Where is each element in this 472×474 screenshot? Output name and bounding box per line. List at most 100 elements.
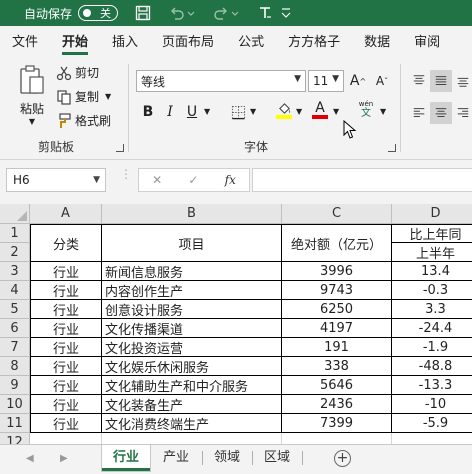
row-header[interactable]: 11 [0, 414, 30, 433]
row-header[interactable]: 10 [0, 395, 30, 414]
tab-fangfang[interactable]: 方方格子 [276, 26, 352, 60]
cell-amount[interactable]: 191 [282, 338, 392, 357]
autosave-toggle[interactable]: 关 [78, 5, 119, 21]
tab-review[interactable]: 审阅 [402, 26, 452, 60]
cell-category[interactable]: 行业 [30, 262, 102, 281]
formula-input[interactable] [252, 168, 472, 192]
redo-icon[interactable] [212, 4, 230, 22]
cell-item[interactable]: 文化辅助生产和中介服务 [102, 376, 282, 395]
cell-empty[interactable] [30, 433, 102, 444]
quick-access-dropdown-icon[interactable] [280, 4, 292, 22]
cell-amount[interactable]: 3996 [282, 262, 392, 281]
cell-amount[interactable]: 2436 [282, 395, 392, 414]
cell-change[interactable]: -24.4 [392, 319, 472, 338]
undo-dropdown-icon[interactable] [186, 4, 196, 22]
align-right-button[interactable] [452, 102, 472, 124]
tab-page-layout[interactable]: 页面布局 [150, 26, 226, 60]
cell-category[interactable]: 行业 [30, 338, 102, 357]
cell-item[interactable]: 创意设计服务 [102, 300, 282, 319]
row-header[interactable]: 8 [0, 357, 30, 376]
font-name-select[interactable]: 等线 ▼ [136, 70, 306, 92]
tab-data[interactable]: 数据 [352, 26, 402, 60]
row-header[interactable]: 9 [0, 376, 30, 395]
column-header-b[interactable]: B [102, 204, 282, 224]
font-color-dropdown-icon[interactable]: ▼ [333, 107, 339, 116]
phonetic-dropdown-icon[interactable]: ▼ [380, 107, 386, 116]
insert-function-icon[interactable]: fx [225, 173, 236, 187]
cell-category[interactable]: 行业 [30, 395, 102, 414]
phonetic-button[interactable]: wén 文 [354, 100, 378, 120]
next-sheet-icon[interactable]: ▶ [60, 453, 68, 464]
row-header[interactable]: 1 [0, 224, 30, 243]
formula-bar-handle-icon[interactable]: ⋮ [120, 168, 132, 180]
cell-category[interactable]: 行业 [30, 300, 102, 319]
add-sheet-icon[interactable]: + [334, 450, 351, 467]
enter-icon[interactable]: ✓ [188, 173, 198, 187]
cell-category[interactable]: 行业 [30, 281, 102, 300]
underline-button[interactable]: U [182, 102, 202, 122]
cut-button[interactable]: 剪切 [56, 64, 99, 81]
grow-font-button[interactable]: A ^ [348, 71, 368, 91]
cell-item[interactable]: 文化装备生产 [102, 395, 282, 414]
cell-amount[interactable]: 6250 [282, 300, 392, 319]
redo-dropdown-icon[interactable] [230, 4, 240, 22]
font-launcher-icon[interactable] [388, 144, 396, 152]
cell-change[interactable]: -48.8 [392, 357, 472, 376]
sheet-tab-domain[interactable]: 领域 [204, 445, 250, 471]
text-style-icon[interactable] [256, 4, 274, 22]
sheet-tab-industry[interactable]: 行业 [102, 445, 150, 471]
cell-d2-header[interactable]: 上半年 [392, 243, 472, 262]
clipboard-launcher-icon[interactable] [116, 144, 124, 152]
font-size-select[interactable]: 11 ▼ [308, 70, 344, 92]
row-header[interactable]: 5 [0, 300, 30, 319]
cancel-icon[interactable]: ✕ [152, 173, 162, 187]
italic-button[interactable]: I [160, 102, 180, 122]
align-top-button[interactable] [408, 70, 430, 92]
sheet-tab-region[interactable]: 区域 [254, 445, 300, 471]
cell-category[interactable]: 行业 [30, 376, 102, 395]
tab-formulas[interactable]: 公式 [226, 26, 276, 60]
row-header[interactable]: 4 [0, 281, 30, 300]
cell-change[interactable]: -1.9 [392, 338, 472, 357]
align-bottom-button[interactable] [452, 70, 472, 92]
cell-item[interactable]: 新闻信息服务 [102, 262, 282, 281]
cell-item[interactable]: 内容创作生产 [102, 281, 282, 300]
align-center-button[interactable] [430, 102, 452, 124]
row-header[interactable]: 6 [0, 319, 30, 338]
row-header[interactable]: 2 [0, 243, 30, 262]
borders-button[interactable] [228, 102, 248, 122]
cell-d1-header[interactable]: 比上年同 [392, 224, 472, 243]
cell-category[interactable]: 行业 [30, 357, 102, 376]
underline-dropdown-icon[interactable]: ▼ [204, 107, 210, 116]
row-header[interactable]: 7 [0, 338, 30, 357]
cell-item[interactable]: 文化投资运营 [102, 338, 282, 357]
row-header[interactable]: 3 [0, 262, 30, 281]
cell-amount[interactable]: 5646 [282, 376, 392, 395]
format-painter-button[interactable]: 格式刷 [56, 112, 111, 129]
cell-empty[interactable] [282, 433, 392, 444]
cell-amount[interactable]: 338 [282, 357, 392, 376]
font-color-button[interactable]: A [310, 100, 330, 120]
cell-empty[interactable] [392, 433, 472, 444]
undo-icon[interactable] [168, 4, 186, 22]
align-middle-button[interactable] [430, 70, 452, 92]
select-all-button[interactable] [0, 204, 30, 224]
prev-sheet-icon[interactable]: ◀ [26, 453, 34, 464]
cell-a1-header[interactable]: 分类 [30, 224, 102, 262]
column-header-a[interactable]: A [30, 204, 102, 224]
cell-b1-header[interactable]: 项目 [102, 224, 282, 262]
cell-change[interactable]: -10 [392, 395, 472, 414]
cell-change[interactable]: 13.4 [392, 262, 472, 281]
save-icon[interactable] [134, 4, 152, 22]
bold-button[interactable]: B [138, 102, 158, 122]
tab-home[interactable]: 开始 [50, 26, 100, 60]
column-header-c[interactable]: C [282, 204, 392, 224]
shrink-font-button[interactable]: Aˇ [372, 71, 392, 91]
tab-insert[interactable]: 插入 [100, 26, 150, 60]
cell-empty[interactable] [102, 433, 282, 444]
sheet-tab-sector[interactable]: 产业 [152, 445, 200, 471]
cell-c1-header[interactable]: 绝对额（亿元） [282, 224, 392, 262]
align-left-button[interactable] [408, 102, 430, 124]
cell-amount[interactable]: 9743 [282, 281, 392, 300]
cell-amount[interactable]: 7399 [282, 414, 392, 433]
